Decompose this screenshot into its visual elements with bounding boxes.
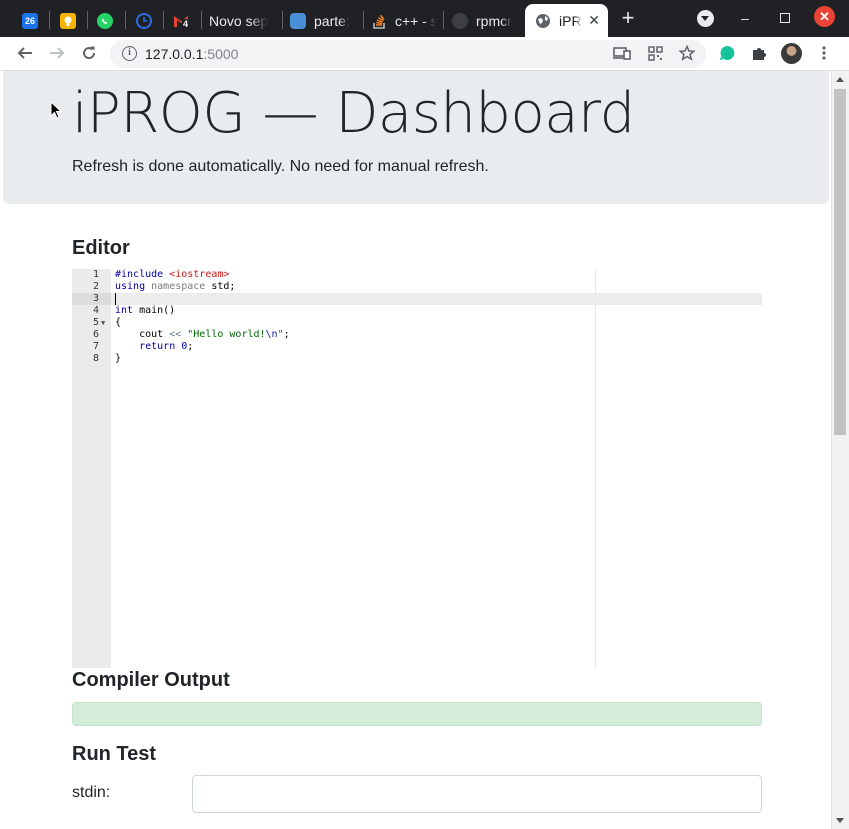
extensions-puzzle-icon[interactable] xyxy=(748,42,770,64)
line-number: 5 xyxy=(92,317,99,328)
tab-title: iPR xyxy=(559,12,582,29)
timer-icon xyxy=(136,12,152,29)
tab-separator xyxy=(201,11,202,29)
tab-stackoverflow[interactable]: c++ - s xyxy=(371,4,436,37)
text-caret xyxy=(115,293,116,305)
code-line[interactable]: 8 } xyxy=(72,353,762,365)
tab-keep[interactable] xyxy=(60,4,80,37)
cast-icon[interactable] xyxy=(611,42,633,64)
run-test-heading: Run Test xyxy=(72,743,157,765)
reload-icon[interactable] xyxy=(78,42,100,64)
tab-title: parte: xyxy=(314,12,350,29)
tab-title: c++ - s xyxy=(395,12,436,29)
close-tab-icon[interactable]: ✕ xyxy=(588,12,600,29)
tab-separator xyxy=(87,11,88,29)
keep-icon xyxy=(60,12,76,29)
line-number: 1 xyxy=(92,269,99,280)
tab-github[interactable]: rpmcr xyxy=(452,4,518,37)
browser-toolbar: i 127.0.0.1:5000 xyxy=(0,37,849,71)
tab-search-icon[interactable] xyxy=(697,10,714,27)
site-info-icon[interactable]: i xyxy=(122,46,137,61)
forward-icon[interactable] xyxy=(46,42,68,64)
code-line[interactable]: 2 using namespace std; xyxy=(72,281,762,293)
code-text[interactable]: using namespace std; xyxy=(115,281,235,293)
tab-separator xyxy=(443,11,444,29)
code-text[interactable]: { xyxy=(115,317,121,329)
window-close-icon[interactable]: ✕ xyxy=(814,6,835,27)
back-icon[interactable] xyxy=(14,42,36,64)
stackoverflow-icon xyxy=(371,13,387,29)
code-text[interactable]: return 0; xyxy=(115,341,193,353)
tab-separator xyxy=(49,11,50,29)
code-line[interactable]: 1 #include <iostream> xyxy=(72,269,762,281)
page-header: iPROG — Dashboard Refresh is done automa… xyxy=(3,71,829,204)
new-tab-icon[interactable]: + xyxy=(618,7,638,29)
site-icon xyxy=(290,12,306,29)
compiler-output-heading: Compiler Output xyxy=(72,669,230,691)
code-text[interactable]: int main() xyxy=(115,305,175,317)
tab-whatsapp[interactable] xyxy=(97,4,117,37)
code-line[interactable]: 5 ▼ { xyxy=(72,317,762,329)
page-title: iPROG — Dashboard xyxy=(72,81,635,146)
tab-title: Novo sep xyxy=(209,12,269,29)
code-text[interactable]: } xyxy=(115,353,121,365)
line-number: 6 xyxy=(92,329,99,340)
tab-iprog[interactable]: iPR ✕ xyxy=(525,4,608,37)
stdin-input[interactable] xyxy=(192,775,762,813)
scrollbar-thumb[interactable] xyxy=(834,89,846,435)
tab-novo[interactable]: Novo sep xyxy=(209,4,274,37)
tab-separator xyxy=(282,11,283,29)
bookmark-star-icon[interactable] xyxy=(676,42,698,64)
code-line[interactable]: 6 cout << "Hello world!\n"; xyxy=(72,329,762,341)
line-number: 2 xyxy=(92,281,99,292)
active-line-highlight xyxy=(111,293,762,305)
code-text[interactable]: #include <iostream> xyxy=(115,269,229,281)
profile-avatar[interactable] xyxy=(781,43,802,64)
browser-menu-icon[interactable] xyxy=(813,42,835,64)
code-line[interactable]: 7 return 0; xyxy=(72,341,762,353)
tab-calendar[interactable]: 26 xyxy=(22,4,42,37)
grammarly-extension-icon[interactable] xyxy=(716,42,738,64)
tab-separator xyxy=(125,11,126,29)
tab-title: rpmcr xyxy=(476,12,512,29)
github-icon xyxy=(452,12,468,29)
page-subtitle: Refresh is done automatically. No need f… xyxy=(72,158,489,175)
code-text[interactable]: cout << "Hello world!\n"; xyxy=(115,329,290,341)
compiler-output-box xyxy=(72,702,762,726)
minimize-icon[interactable]: – xyxy=(733,6,757,30)
line-number: 3 xyxy=(92,293,99,304)
url-text[interactable]: 127.0.0.1:5000 xyxy=(145,46,238,62)
tab-gmail[interactable]: 4 xyxy=(173,4,195,37)
code-editor[interactable]: 1 #include <iostream> 2 using namespace … xyxy=(72,269,762,668)
scroll-down-arrow-icon[interactable] xyxy=(836,818,844,823)
line-number: 7 xyxy=(92,341,99,352)
tab-parte[interactable]: parte: xyxy=(290,4,354,37)
code-line[interactable]: 4 int main() xyxy=(72,305,762,317)
tab-separator xyxy=(163,11,164,29)
gmail-icon: 4 xyxy=(173,13,190,29)
code-line-active[interactable]: 3 xyxy=(72,293,762,305)
whatsapp-icon xyxy=(97,12,113,29)
page-scrollbar[interactable] xyxy=(831,71,849,829)
tab-timer[interactable] xyxy=(136,4,156,37)
browser-tab-strip: 26 4 Novo sep parte: c++ - s rpmcr iPR ✕… xyxy=(0,0,849,37)
gmail-unread-badge: 4 xyxy=(182,18,190,29)
maximize-icon[interactable] xyxy=(773,6,797,30)
fold-arrow-icon[interactable]: ▼ xyxy=(101,317,105,329)
line-number: 4 xyxy=(92,305,99,316)
stdin-label: stdin: xyxy=(72,784,111,801)
line-number: 8 xyxy=(92,353,99,364)
calendar-icon: 26 xyxy=(22,12,38,29)
page-viewport: iPROG — Dashboard Refresh is done automa… xyxy=(0,71,831,829)
scroll-up-arrow-icon[interactable] xyxy=(836,77,844,82)
editor-heading: Editor xyxy=(72,237,130,259)
globe-icon xyxy=(535,13,551,29)
tab-separator xyxy=(363,11,364,29)
qr-code-icon[interactable] xyxy=(644,42,666,64)
